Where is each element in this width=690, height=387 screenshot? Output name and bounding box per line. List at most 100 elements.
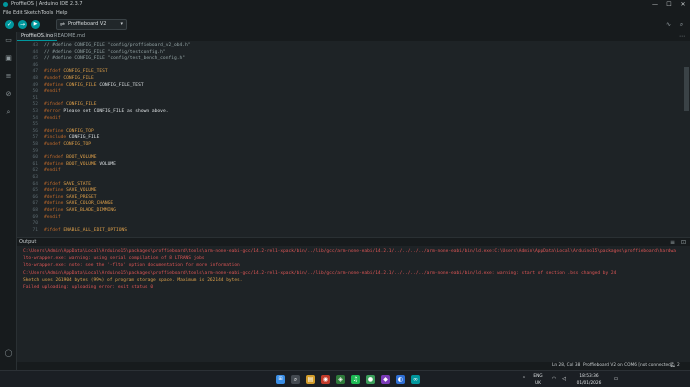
minimize-button[interactable]: — — [648, 0, 662, 9]
serial-monitor-icon[interactable]: ⌕ — [677, 20, 686, 29]
more-icon[interactable]: ⋯ — [675, 32, 689, 41]
browser-icon[interactable]: ◐ — [396, 375, 405, 384]
search-icon[interactable]: ⌕ — [291, 375, 300, 384]
menu-tools[interactable]: Tools — [41, 9, 53, 17]
file-explorer-icon[interactable]: ▤ — [306, 375, 315, 384]
upload-button[interactable]: → — [18, 20, 27, 29]
code-token: #ifdef — [44, 227, 64, 233]
code-token: #ifdef — [44, 181, 64, 187]
code-token: CONFIG_FILE — [66, 102, 97, 108]
code-text: #ifndef CONFIG_FILE — [44, 102, 97, 108]
boards-manager-icon[interactable]: ▣ — [3, 53, 14, 63]
code-text: #define SAVE_PRESET — [44, 195, 97, 201]
line-number: 51 — [32, 95, 38, 101]
code-line: 49 #define CONFIG_FILE CONFIG_FILE_TEST — [17, 83, 677, 89]
code-token: #ifdef — [44, 69, 64, 75]
output-panel-header: Output ≡ ⊡ — [17, 237, 690, 246]
tray-chevron-icon[interactable]: ⌃ — [520, 371, 528, 387]
serial-plotter-icon[interactable]: ∿ — [664, 20, 673, 29]
code-text: #undef CONFIG_FILE — [44, 76, 94, 82]
code-token: // #define CONFIG_FILE "config/testconfi… — [44, 49, 166, 55]
code-line: 69 #endif — [17, 215, 677, 221]
language-bottom: UK — [535, 381, 541, 386]
code-line: 71 #ifdef ENABLE_ALL_EDIT_OPTIONS — [17, 228, 677, 234]
code-token: #endif — [44, 214, 61, 220]
debug-icon[interactable]: ⊘ — [3, 89, 14, 99]
code-token: #define — [44, 128, 67, 134]
notifications-icon[interactable]: ▭ — [612, 371, 620, 387]
start-icon[interactable]: ⊞ — [276, 375, 285, 384]
code-line: 64 #ifdef SAVE_STATE — [17, 182, 677, 188]
code-token: #include — [44, 135, 69, 141]
board-port-status[interactable]: Proffieboard V2 on COM6 [not connected] — [583, 362, 673, 370]
code-token: ENABLE_ALL_EDIT_OPTIONS — [63, 227, 127, 233]
line-number: 48 — [32, 76, 38, 81]
account-icon[interactable]: ◯ — [3, 348, 14, 358]
code-text: #define SAVE_COLOR_CHANGE — [44, 201, 113, 207]
code-line: 67 #define SAVE_COLOR_CHANGE — [17, 201, 677, 207]
code-text: // #define CONFIG_FILE "config/proffiebo… — [44, 43, 191, 49]
app-icon-4[interactable]: ◆ — [381, 375, 390, 384]
verify-button[interactable]: ✓ — [5, 20, 14, 29]
tab-readme-md[interactable]: README.md — [50, 32, 89, 41]
close-button[interactable]: ✕ — [676, 0, 690, 9]
code-token: SAVE_BLADE_DIMMING — [66, 208, 116, 213]
spotify-icon[interactable]: ♫ — [351, 375, 360, 384]
sketchbook-icon[interactable]: ▭ — [3, 35, 14, 45]
board-selector[interactable]: ⇌ Proffieboard V2 ▾ — [56, 19, 127, 30]
library-manager-icon[interactable]: ≡ — [3, 71, 14, 81]
line-number: 43 — [32, 43, 38, 48]
language-indicator[interactable]: ENG UK — [530, 371, 546, 387]
line-number: 62 — [32, 168, 38, 174]
code-token: // #define CONFIG_FILE "config/proffiebo… — [44, 43, 191, 48]
volume-icon[interactable]: ◁ — [560, 371, 568, 387]
code-text: #define SAVE_BLADE_DIMMING — [44, 208, 116, 214]
arduino-app-icon — [3, 2, 8, 7]
output-line: C:\Users\Admin\AppData\Local\Arduino15\p… — [23, 270, 617, 276]
menu-sketch[interactable]: Sketch — [24, 9, 41, 17]
code-line: 55 — [17, 122, 677, 128]
app-icon-1[interactable]: ◉ — [321, 375, 330, 384]
line-number: 64 — [32, 181, 38, 187]
code-text: // #define CONFIG_FILE "config/test_benc… — [44, 56, 185, 62]
code-line: 46 — [17, 63, 677, 69]
code-token: #define — [44, 188, 67, 194]
line-number: 57 — [32, 135, 38, 141]
editor-scroll-thumb[interactable] — [684, 67, 689, 111]
notification-bell-icon[interactable]: 🔔︎ — [670, 362, 675, 370]
maximize-button[interactable]: ☐ — [662, 0, 676, 9]
code-line: 68 #define SAVE_BLADE_DIMMING — [17, 208, 677, 214]
cursor-position: Ln 28, Col 38 — [552, 363, 581, 368]
app-icon-2[interactable]: ◈ — [336, 375, 345, 384]
code-editor[interactable]: 43 // #define CONFIG_FILE "config/proffie… — [17, 41, 690, 237]
code-token: #error — [44, 109, 64, 114]
menu-help[interactable]: Help — [56, 9, 67, 17]
arduino-ide-taskbar-icon[interactable]: ∞ — [411, 375, 420, 384]
output-line: lto-wrapper.exe: note: see the '-flto' o… — [23, 263, 240, 269]
code-token: CONFIG_FILE_TEST — [63, 69, 108, 75]
code-token: VOLUME — [96, 161, 116, 167]
code-line: 50 #endif — [17, 89, 677, 95]
code-text: #define SAVE_VOLUME — [44, 188, 97, 194]
app-icon-3[interactable]: ● — [366, 375, 375, 384]
output-console[interactable]: C:\Users\Admin\AppData\Local\Arduino15\p… — [17, 246, 690, 362]
line-number: 55 — [32, 122, 38, 128]
search-icon[interactable]: ⌕ — [3, 107, 14, 117]
menu-edit[interactable]: Edit — [13, 9, 23, 17]
code-line: 47 #ifdef CONFIG_FILE_TEST — [17, 69, 677, 75]
output-title: Output — [19, 239, 37, 245]
wifi-icon[interactable]: ◠ — [550, 371, 558, 387]
code-text: #undef CONFIG_TOP — [44, 142, 91, 148]
editor-scrollbar[interactable] — [683, 41, 690, 237]
debug-button[interactable]: ▶ — [31, 20, 40, 29]
clock[interactable]: 18:53:36 01/01/2026 — [572, 371, 606, 387]
code-token: CONFIG_FILE — [66, 82, 97, 88]
line-number: 49 — [32, 82, 38, 88]
output-line: Failed uploading: uploading error: exit … — [23, 285, 154, 290]
code-line: 61 #define BOOT_VOLUME VOLUME — [17, 162, 677, 168]
line-number: 58 — [32, 142, 38, 147]
menu-file[interactable]: File — [3, 9, 11, 17]
code-token: #define — [44, 161, 67, 167]
board-label: Proffieboard V2 — [68, 21, 107, 27]
chevron-down-icon: ▾ — [120, 21, 123, 27]
